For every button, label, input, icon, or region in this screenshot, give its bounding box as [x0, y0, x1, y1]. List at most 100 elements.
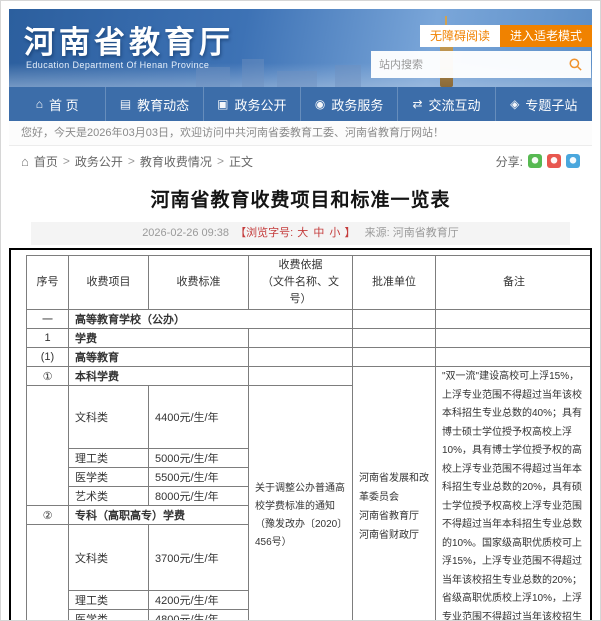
nav-label: 首 页 — [49, 95, 79, 114]
nav-label: 专题子站 — [525, 95, 577, 114]
site-search — [371, 51, 591, 78]
cell-empty — [27, 386, 69, 506]
breadcrumb-home[interactable]: 首页 — [34, 153, 58, 170]
fee-table: 序号 收费项目 收费标准 收费依据 （文件名称、文号） 批准单位 备注 一 高等… — [26, 255, 592, 621]
nav-item-gov-service[interactable]: ◉ 政务服务 — [300, 87, 397, 121]
cell-empty — [249, 329, 353, 348]
font-size-small-button[interactable]: 小 — [328, 227, 341, 239]
cell-standard: 4400元/生/年 — [149, 386, 249, 449]
article-source: 来源: 河南省教育厅 — [365, 227, 459, 239]
cell-empty — [353, 348, 436, 367]
nav-item-gov-disclosure[interactable]: ▣ 政务公开 — [203, 87, 300, 121]
building-silhouette — [196, 67, 230, 87]
cell-remark: "双一流"建设高校可上浮15%，上浮专业范围不得超过当年该校本科招生专业总数的4… — [436, 367, 593, 621]
cell-standard: 4200元/生/年 — [149, 590, 249, 609]
weibo-share-icon[interactable] — [547, 154, 561, 168]
header-item: 收费项目 — [69, 256, 149, 310]
font-size-medium-button[interactable]: 中 — [312, 227, 325, 239]
header-remark: 备注 — [436, 256, 593, 310]
site-title: 河南省教育厅 — [24, 17, 234, 62]
cell-empty — [436, 310, 593, 329]
news-icon: ▤ — [120, 97, 131, 111]
breadcrumb-fee-info[interactable]: 教育收费情况 — [140, 153, 212, 170]
building-silhouette — [335, 65, 361, 87]
nav-item-home[interactable]: ⌂ 首 页 — [9, 87, 105, 121]
table-row-undergrad: ① 本科学费 河南省发展和改革委员会 河南省教育厅 河南省财政厅 "双一流"建设… — [27, 367, 593, 386]
font-size-large-button[interactable]: 大 — [296, 227, 309, 239]
cell-index: 1 — [27, 329, 69, 348]
cell-index: 一 — [27, 310, 69, 329]
service-icon: ◉ — [315, 97, 325, 111]
cell-category: 医学类 — [69, 468, 149, 487]
cell-index: (1) — [27, 348, 69, 367]
table-row-tuition: 1 学费 — [27, 329, 593, 348]
nav-label: 政务公开 — [234, 95, 286, 114]
cell-empty — [353, 310, 436, 329]
banner-buttons: 无障碍阅读 进入适老模式 — [420, 25, 592, 47]
cell-category: 理工类 — [69, 590, 149, 609]
share-bar: 分享: — [496, 153, 580, 170]
wechat-share-icon[interactable] — [528, 154, 542, 168]
site-banner: 河南省教育厅 Education Department Of Henan Pro… — [9, 9, 592, 87]
table-header-row: 序号 收费项目 收费标准 收费依据 （文件名称、文号） 批准单位 备注 — [27, 256, 593, 310]
nav-label: 交流互动 — [429, 95, 481, 114]
cell-category: 理工类 — [69, 449, 149, 468]
cell-approver: 河南省发展和改革委员会 河南省教育厅 河南省财政厅 — [353, 367, 436, 621]
page: 河南省教育厅 Education Department Of Henan Pro… — [0, 0, 601, 621]
cell-item: 学费 — [69, 329, 249, 348]
table-row-higher-ed: (1) 高等教育 — [27, 348, 593, 367]
cell-category: 医学类 — [69, 609, 149, 621]
nav-label: 政务服务 — [331, 95, 383, 114]
cell-empty — [436, 329, 593, 348]
breadcrumb-separator: > — [128, 154, 135, 168]
cell-index: ① — [27, 367, 69, 386]
share-label: 分享: — [496, 153, 523, 170]
font-size-suffix: 】 — [344, 227, 355, 239]
nav-item-interaction[interactable]: ⇄ 交流互动 — [397, 87, 494, 121]
greeting-bar: 您好，今天是2026年03月03日，欢迎访问中共河南省委教育工委、河南省教育厅网… — [9, 121, 592, 146]
cell-standard: 3700元/生/年 — [149, 525, 249, 590]
home-icon: ⌂ — [36, 97, 43, 111]
nav-label: 教育动态 — [137, 95, 189, 114]
breadcrumb-current: 正文 — [229, 153, 253, 170]
breadcrumb-row: ⌂ 首页 > 政务公开 > 教育收费情况 > 正文 分享: — [9, 148, 592, 174]
elder-mode-button[interactable]: 进入适老模式 — [500, 25, 592, 47]
breadcrumb: ⌂ 首页 > 政务公开 > 教育收费情况 > 正文 — [21, 153, 253, 170]
interaction-icon: ⇄ — [412, 97, 422, 111]
cell-empty — [249, 367, 353, 386]
cell-empty — [27, 525, 69, 621]
cell-empty — [436, 348, 593, 367]
breadcrumb-separator: > — [217, 154, 224, 168]
cell-item: 高等教育学校（公办） — [69, 310, 353, 329]
font-size-prefix: 【浏览字号: — [235, 227, 293, 239]
nav-item-edu-news[interactable]: ▤ 教育动态 — [105, 87, 202, 121]
search-icon[interactable] — [568, 57, 583, 72]
cell-item: 本科学费 — [69, 367, 249, 386]
disclosure-icon: ▣ — [217, 97, 228, 111]
building-silhouette — [277, 71, 317, 87]
search-input[interactable] — [379, 59, 568, 71]
header-standard: 收费标准 — [149, 256, 249, 310]
cell-standard: 4800元/生/年 — [149, 609, 249, 621]
main-nav: ⌂ 首 页 ▤ 教育动态 ▣ 政务公开 ◉ 政务服务 ⇄ 交流互动 ◈ 专题子站 — [9, 87, 592, 121]
article-content-box: 序号 收费项目 收费标准 收费依据 （文件名称、文号） 批准单位 备注 一 高等… — [9, 248, 592, 621]
cell-category: 艺术类 — [69, 487, 149, 506]
header-approver: 批准单位 — [353, 256, 436, 310]
nav-item-subsites[interactable]: ◈ 专题子站 — [495, 87, 592, 121]
cell-category: 文科类 — [69, 386, 149, 449]
table-row-section: 一 高等教育学校（公办） — [27, 310, 593, 329]
header-index: 序号 — [27, 256, 69, 310]
cell-empty — [249, 348, 353, 367]
building-silhouette — [242, 59, 264, 87]
cell-item: 高等教育 — [69, 348, 249, 367]
publish-date: 2026-02-26 09:38 — [142, 227, 229, 239]
header-basis: 收费依据 （文件名称、文号） — [249, 256, 353, 310]
breadcrumb-gov-disclosure[interactable]: 政务公开 — [75, 153, 123, 170]
accessibility-button[interactable]: 无障碍阅读 — [420, 25, 500, 47]
cell-item: 专科（高职高专）学费 — [69, 506, 249, 525]
qq-share-icon[interactable] — [566, 154, 580, 168]
cell-standard: 5500元/生/年 — [149, 468, 249, 487]
cell-index: ② — [27, 506, 69, 525]
cell-category: 文科类 — [69, 525, 149, 590]
subsite-icon: ◈ — [510, 97, 519, 111]
